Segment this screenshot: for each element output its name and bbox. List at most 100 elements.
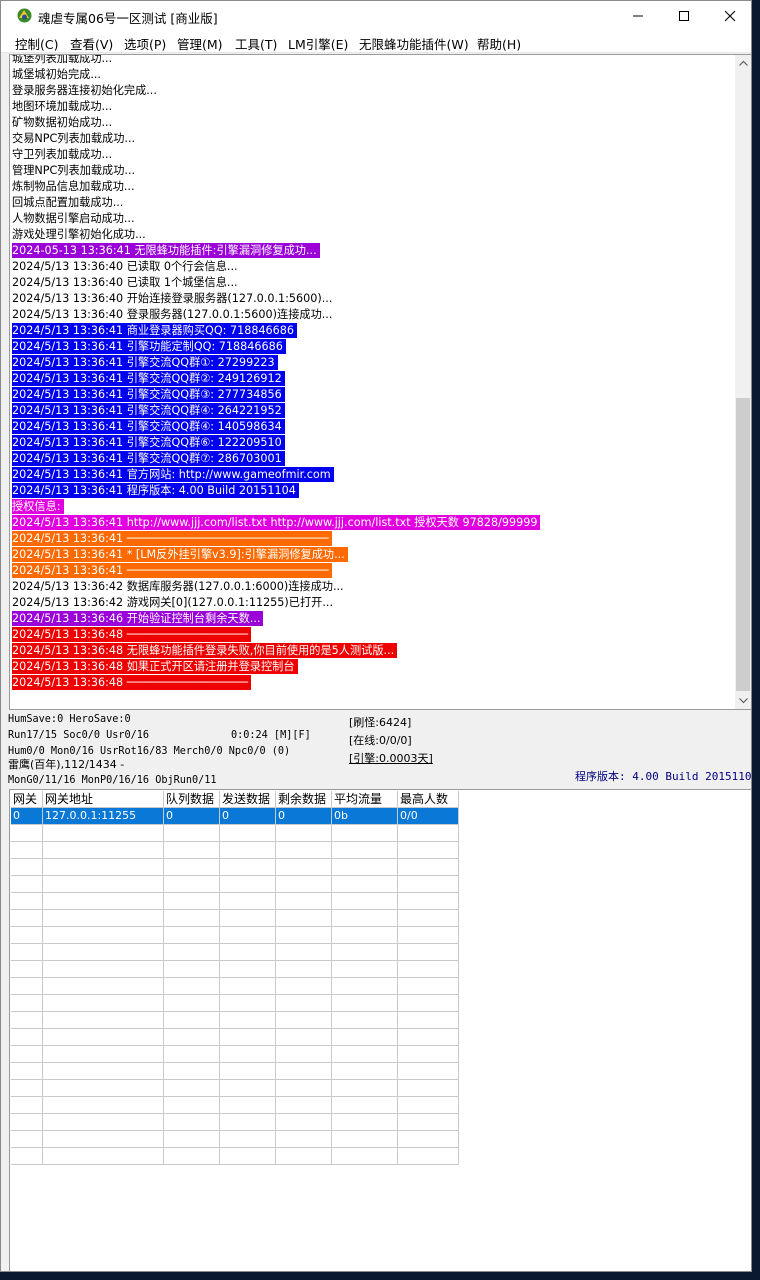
log-line: 2024/5/13 13:36:40 登录服务器(127.0.0.1:5600)… [12, 308, 333, 321]
empty-cell [276, 1080, 332, 1097]
title-bar[interactable]: 魂虐专属06号一区测试 [商业版] [1, 1, 751, 31]
column-header[interactable]: 最高人数 [398, 791, 459, 808]
menu-item-7[interactable]: 帮助(H) [477, 34, 521, 53]
empty-cell [43, 876, 164, 893]
minimize-icon [633, 15, 643, 17]
empty-cell [164, 1012, 220, 1029]
empty-cell [332, 910, 398, 927]
empty-cell [164, 876, 220, 893]
empty-cell [276, 1012, 332, 1029]
table-cell[interactable]: 0 [164, 808, 220, 825]
column-header[interactable]: 剩余数据 [276, 791, 332, 808]
log-line: 2024/5/13 13:36:41 引擎交流QQ群②: 249126912 [12, 371, 285, 386]
program-version: 程序版本: 4.00 Build 20151104 [575, 770, 752, 783]
log-line: 2024/5/13 13:36:48 ────────────────── [12, 675, 251, 690]
menu-item-0[interactable]: 控制(C) [15, 34, 58, 53]
empty-cell [220, 1029, 276, 1046]
scroll-up-button[interactable] [735, 55, 751, 71]
empty-cell [332, 927, 398, 944]
column-header[interactable]: 队列数据 [164, 791, 220, 808]
log-line: 游戏处理引擎初始化成功... [12, 228, 146, 241]
maximize-icon [679, 11, 689, 21]
engine-days[interactable]: [引擎:0.0003天] [349, 752, 433, 765]
status-panel: HumSave:0 HeroSave:0 Run17/15 Soc0/0 Usr… [1, 712, 751, 788]
empty-cell [276, 893, 332, 910]
column-header[interactable]: 发送数据 [220, 791, 276, 808]
table-cell[interactable]: 0 [276, 808, 332, 825]
empty-cell [276, 995, 332, 1012]
empty-cell [11, 1114, 43, 1131]
table-cell[interactable]: 0 [220, 808, 276, 825]
column-header[interactable]: 平均流量 [332, 791, 398, 808]
empty-cell [220, 825, 276, 842]
empty-cell [43, 961, 164, 978]
column-header[interactable]: 网关地址 [43, 791, 164, 808]
empty-cell [398, 1063, 459, 1080]
empty-cell [11, 1131, 43, 1148]
menu-item-1[interactable]: 查看(V) [70, 34, 113, 53]
main-window: 魂虐专属06号一区测试 [商业版] 控制(C) 查看(V) 选项(P) 管理(M) 工具… [0, 0, 752, 1272]
empty-cell [43, 944, 164, 961]
table-cell[interactable]: 0/0 [398, 808, 459, 825]
scroll-down-button[interactable] [735, 693, 751, 709]
empty-cell [398, 1097, 459, 1114]
empty-cell [164, 1097, 220, 1114]
empty-cell [11, 825, 43, 842]
empty-cell [43, 825, 164, 842]
log-line: 2024/5/13 13:36:40 已读取 1个城堡信息... [12, 276, 238, 289]
empty-cell [398, 1131, 459, 1148]
empty-cell [332, 1097, 398, 1114]
empty-cell [43, 1097, 164, 1114]
empty-cell [276, 978, 332, 995]
log-line: 2024/5/13 13:36:42 数据库服务器(127.0.0.1:6000… [12, 580, 344, 593]
menu-item-3[interactable]: 管理(M) [177, 34, 223, 53]
scroll-thumb[interactable] [736, 398, 750, 691]
empty-cell [43, 927, 164, 944]
empty-cell [11, 944, 43, 961]
empty-cell [43, 1114, 164, 1131]
minimize-button[interactable] [615, 1, 661, 31]
empty-cell [276, 944, 332, 961]
empty-cell [398, 927, 459, 944]
empty-cell [164, 893, 220, 910]
menu-item-5[interactable]: LM引擎(E) [288, 34, 348, 53]
log-line: 城堡城初始完成... [12, 68, 101, 81]
empty-cell [220, 1114, 276, 1131]
menu-item-2[interactable]: 选项(P) [124, 34, 166, 53]
log-line: 2024/5/13 13:36:41 引擎交流QQ群④: 140598634 [12, 419, 285, 434]
log-line: 矿物数据初始成功... [12, 116, 113, 129]
close-button[interactable] [707, 1, 751, 31]
empty-cell [43, 995, 164, 1012]
empty-cell [11, 978, 43, 995]
empty-cell [276, 1097, 332, 1114]
table-cell[interactable]: 0b [332, 808, 398, 825]
empty-cell [11, 893, 43, 910]
empty-cell [164, 944, 220, 961]
table-cell[interactable]: 0 [11, 808, 43, 825]
log-line: 2024/5/13 13:36:48 如果正式开区请注册并登录控制台 [12, 659, 298, 674]
empty-cell [332, 1046, 398, 1063]
log-scrollbar[interactable] [735, 55, 751, 709]
empty-cell [220, 842, 276, 859]
empty-cell [11, 1148, 43, 1165]
empty-cell [164, 1148, 220, 1165]
log-line: 2024/5/13 13:36:42 游戏网关[0](127.0.0.1:112… [12, 596, 334, 609]
column-header[interactable]: 网关 [11, 791, 43, 808]
menu-item-4[interactable]: 工具(T) [235, 34, 277, 53]
online-count: [在线:0/0/0] [349, 734, 412, 747]
table-cell[interactable]: 127.0.0.1:11255 [43, 808, 164, 825]
empty-cell [332, 825, 398, 842]
log-line: 2024/5/13 13:36:40 已读取 0个行会信息... [12, 260, 238, 273]
log-line: 登录服务器连接初始化完成... [12, 84, 157, 97]
log-panel[interactable]: 城堡列表加载成功... 城堡城初始完成... 登录服务器连接初始化完成... 地图环境… [9, 54, 751, 710]
empty-cell [398, 1012, 459, 1029]
log-line: 交易NPC列表加载成功... [12, 132, 136, 145]
empty-cell [11, 859, 43, 876]
empty-cell [220, 978, 276, 995]
empty-cell [164, 1114, 220, 1131]
maximize-button[interactable] [661, 1, 707, 31]
menu-item-6[interactable]: 无限蜂功能插件(W) [359, 34, 469, 53]
log-line: 2024/5/13 13:36:41 * [LM反外挂引擎v3.9]:引擎漏洞修… [12, 547, 348, 562]
empty-cell [220, 1012, 276, 1029]
empty-cell [276, 842, 332, 859]
